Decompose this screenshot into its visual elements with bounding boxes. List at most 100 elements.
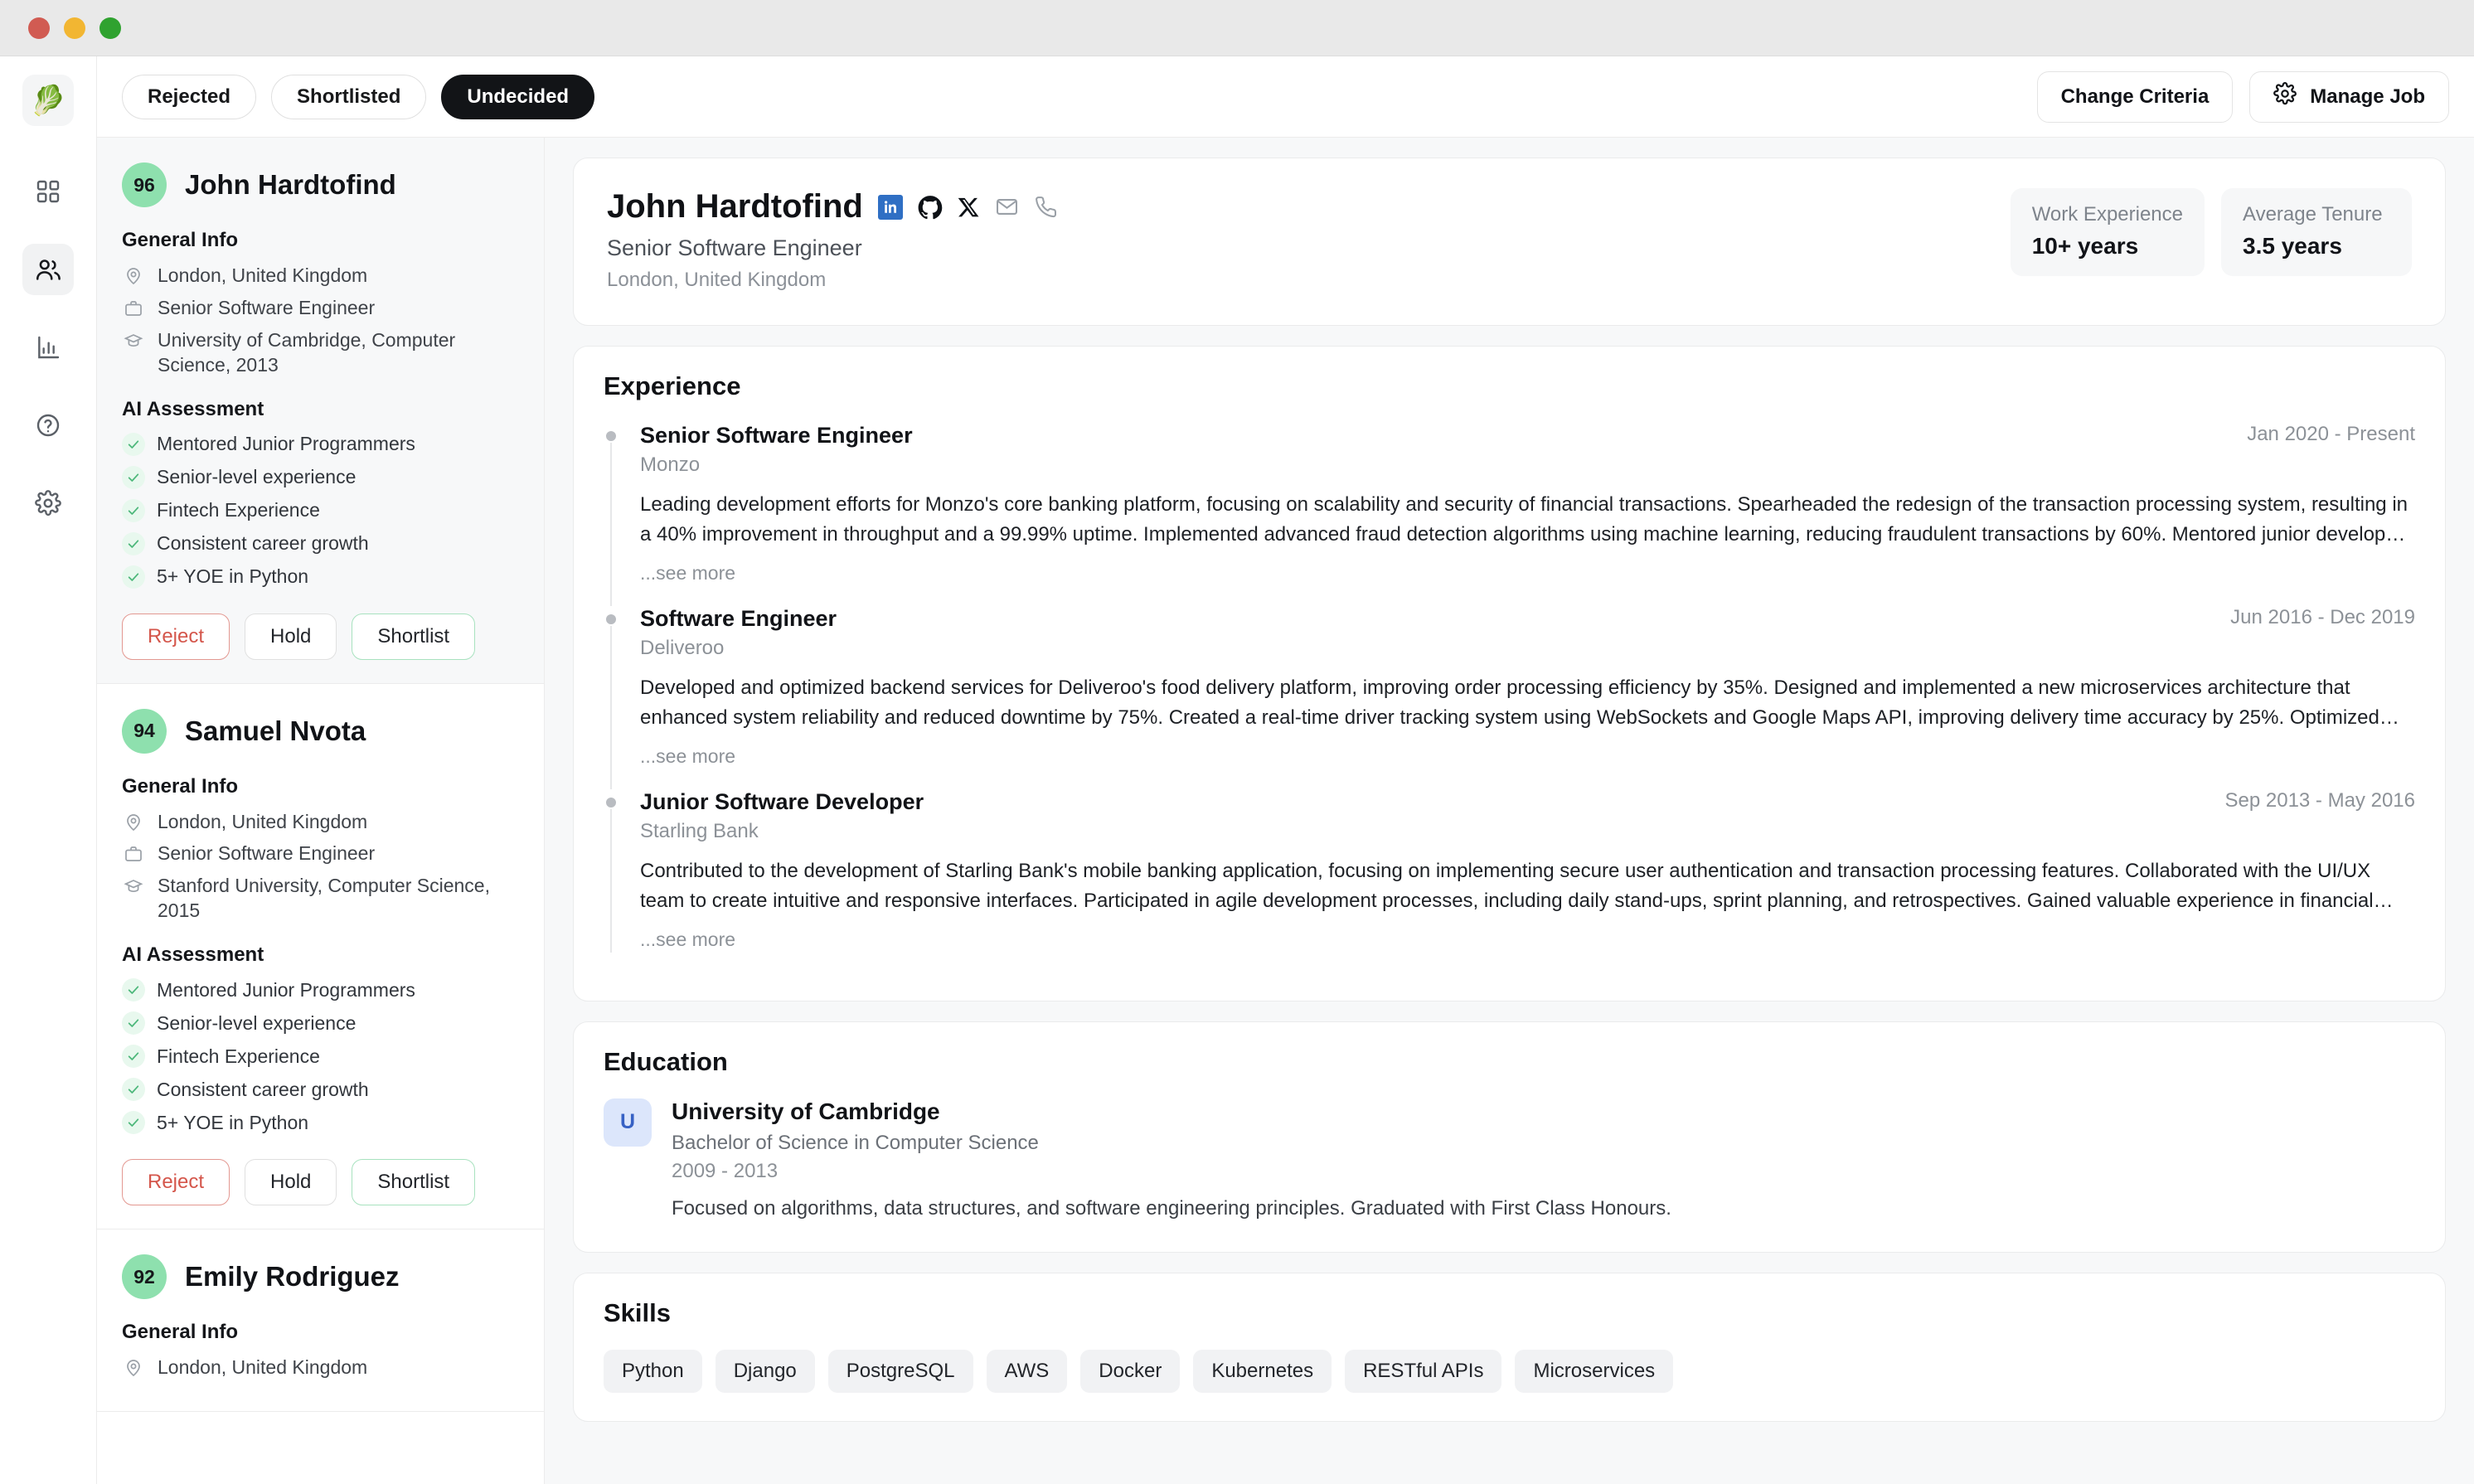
profile-identity: John Hardtofind Senior Software Engineer… — [607, 188, 2011, 292]
graduation-cap-icon — [122, 874, 145, 896]
linkedin-icon[interactable] — [877, 194, 903, 220]
reject-button[interactable]: Reject — [122, 1159, 230, 1206]
list-item[interactable]: 92 Emily Rodriguez General Info London, … — [97, 1229, 544, 1413]
leafy-green-icon: 🥬 — [30, 84, 66, 117]
candidate-location: London, United Kingdom — [158, 264, 368, 286]
list-item[interactable]: 96 John Hardtofind General Info London, … — [97, 138, 544, 684]
see-more-button[interactable]: ...see more — [640, 745, 2415, 768]
assessment-label: Senior-level experience — [157, 1011, 357, 1034]
timeline-rail — [610, 613, 612, 789]
assessment-item: Senior-level experience — [122, 1011, 519, 1035]
score-badge: 94 — [122, 708, 167, 754]
stat-value: 10+ years — [2031, 233, 2139, 259]
tab-rejected[interactable]: Rejected — [122, 74, 257, 119]
maximize-window-button[interactable] — [99, 17, 121, 39]
map-pin-icon — [122, 810, 145, 832]
experience-company: Starling Bank — [640, 819, 759, 842]
candidate-header: 94 Samuel Nvota — [122, 708, 519, 754]
manage-job-button[interactable]: Manage Job — [2249, 70, 2449, 123]
timeline-dot-icon — [604, 429, 618, 443]
app-logo[interactable]: 🥬 — [22, 75, 74, 126]
phone-icon[interactable] — [1034, 195, 1058, 219]
assessment-item: Fintech Experience — [122, 1045, 519, 1069]
reject-button[interactable]: Reject — [122, 613, 230, 660]
assessment-item: 5+ YOE in Python — [122, 1111, 519, 1135]
top-toolbar: Rejected Shortlisted Undecided Change Cr… — [97, 56, 2474, 138]
shortlist-button[interactable]: Shortlist — [352, 613, 476, 660]
general-info-heading: General Info — [122, 229, 239, 251]
skill-chip: Python — [604, 1349, 702, 1393]
skill-chip: Microservices — [1515, 1349, 1674, 1393]
candidate-education: University of Cambridge, Computer Scienc… — [158, 328, 456, 376]
users-icon — [34, 255, 62, 284]
stat-label: Work Experience — [2031, 203, 2183, 226]
candidate-list[interactable]: 96 John Hardtofind General Info London, … — [97, 138, 545, 1484]
minimize-window-button[interactable] — [64, 17, 85, 39]
profile-name-row: John Hardtofind — [607, 188, 2011, 226]
experience-dates: Jun 2016 - Dec 2019 — [2230, 605, 2415, 628]
hold-button[interactable]: Hold — [245, 613, 337, 660]
candidate-name: Samuel Nvota — [185, 715, 366, 746]
sidebar-item-settings[interactable] — [22, 478, 74, 529]
tab-undecided[interactable]: Undecided — [441, 74, 595, 119]
timeline-dot-icon — [604, 795, 618, 809]
candidate-education-row: Stanford University, Computer Science, 2… — [122, 874, 519, 924]
see-more-button[interactable]: ...see more — [640, 562, 2415, 584]
sidebar-nav-rail: 🥬 — [0, 56, 97, 1484]
education-item: U University of Cambridge Bachelor of Sc… — [604, 1098, 2415, 1224]
candidate-header: 92 Emily Rodriguez — [122, 1254, 519, 1300]
skills-content: Skills Python Django PostgreSQL AWS Dock… — [574, 1273, 2445, 1421]
main-column: Rejected Shortlisted Undecided Change Cr… — [97, 56, 2474, 1484]
candidate-location-row: London, United Kingdom — [122, 264, 519, 289]
experience-dates: Jan 2020 - Present — [2247, 423, 2415, 445]
stat-work-experience: Work Experience 10+ years — [2010, 188, 2205, 276]
experience-body: Software Engineer Deliveroo Jun 2016 - D… — [640, 606, 2415, 789]
experience-company: Monzo — [640, 453, 701, 476]
assessment-label: Mentored Junior Programmers — [157, 978, 415, 1001]
skill-chip: Kubernetes — [1193, 1349, 1332, 1393]
assessment-label: Consistent career growth — [157, 1078, 369, 1100]
change-criteria-button[interactable]: Change Criteria — [2036, 70, 2234, 123]
assessment-label: 5+ YOE in Python — [157, 565, 309, 588]
sidebar-item-analytics[interactable] — [22, 322, 74, 373]
education-school: University of Cambridge — [672, 1098, 940, 1124]
skill-chip: Docker — [1080, 1349, 1181, 1393]
tab-shortlisted[interactable]: Shortlisted — [271, 74, 427, 119]
candidate-title: Senior Software Engineer — [158, 296, 376, 318]
check-icon — [122, 432, 145, 456]
experience-title: Junior Software Developer — [640, 788, 924, 814]
x-icon[interactable] — [958, 196, 980, 218]
close-window-button[interactable] — [28, 17, 50, 39]
avatar: U — [604, 1098, 652, 1147]
candidate-detail-pane: John Hardtofind Senior Software Engineer… — [545, 138, 2474, 1484]
experience-body: Senior Software Engineer Monzo Jan 2020 … — [640, 423, 2415, 606]
experience-title: Senior Software Engineer — [640, 423, 913, 448]
assessment-item: Senior-level experience — [122, 465, 519, 489]
skills-card: Skills Python Django PostgreSQL AWS Dock… — [573, 1272, 2446, 1422]
sidebar-item-candidates[interactable] — [22, 244, 74, 295]
map-pin-icon — [122, 1355, 145, 1378]
github-icon[interactable] — [918, 195, 943, 220]
timeline-dot-icon — [604, 612, 618, 626]
shortlist-button[interactable]: Shortlist — [352, 1159, 476, 1206]
hold-button[interactable]: Hold — [245, 1159, 337, 1206]
candidate-location-row: London, United Kingdom — [122, 1355, 519, 1380]
candidate-education: Stanford University, Computer Science, 2… — [158, 875, 490, 922]
grid-icon — [35, 178, 61, 205]
timeline-rail — [610, 797, 612, 953]
assessment-item: Consistent career growth — [122, 1078, 519, 1102]
email-icon[interactable] — [995, 195, 1019, 219]
see-more-button[interactable]: ...see more — [640, 929, 2415, 951]
candidate-location-row: London, United Kingdom — [122, 810, 519, 835]
page-title: John Hardtofind — [607, 188, 863, 225]
experience-body: Junior Software Developer Starling Bank … — [640, 789, 2415, 972]
candidate-actions: Reject Hold Shortlist — [122, 1159, 519, 1206]
education-description: Focused on algorithms, data structures, … — [672, 1196, 1671, 1220]
briefcase-icon — [122, 296, 145, 318]
skill-chip: AWS — [986, 1349, 1068, 1393]
sidebar-item-dashboard[interactable] — [22, 166, 74, 217]
sidebar-item-help[interactable] — [22, 400, 74, 451]
check-icon — [122, 1045, 145, 1069]
check-icon — [122, 565, 145, 589]
list-item[interactable]: 94 Samuel Nvota General Info London, Uni… — [97, 684, 544, 1230]
